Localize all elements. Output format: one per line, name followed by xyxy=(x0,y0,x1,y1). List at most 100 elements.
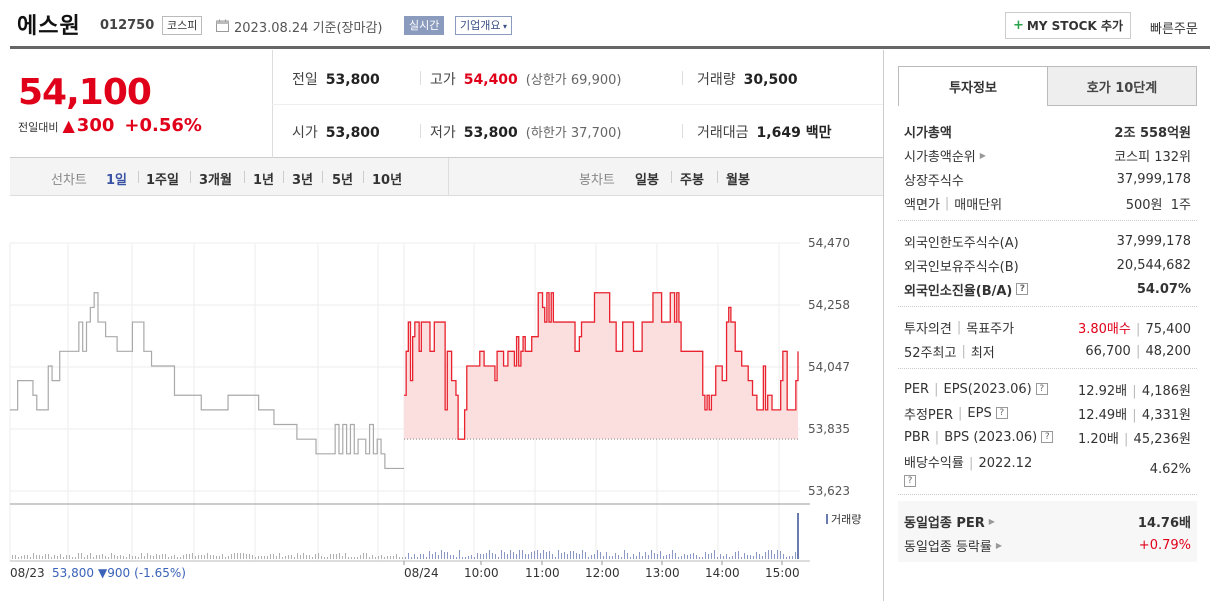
candle-weekly[interactable]: 주봉 xyxy=(680,169,704,188)
tab-investment-info[interactable]: 투자정보 xyxy=(898,66,1048,106)
volume-bar xyxy=(762,556,763,559)
info-group-foreign: 외국인한도주식수(A) 37,999,178 외국인보유주식수(B) 20,544,… xyxy=(898,221,1197,307)
volume-bar xyxy=(564,552,565,559)
volume-bar xyxy=(36,555,37,559)
week52-low: 48,200 xyxy=(1145,343,1192,359)
volume-bar xyxy=(93,557,94,559)
volume-bar xyxy=(597,550,598,559)
x-tick-label: 08/23 xyxy=(10,566,45,580)
sector-change-label[interactable]: 동일업종 등락률 ▶ xyxy=(904,536,1002,555)
volume-bar xyxy=(108,557,109,559)
volume-bar xyxy=(675,553,676,559)
volume-bar xyxy=(126,557,127,559)
week52-high: 66,700 xyxy=(1085,343,1131,359)
volume-bar xyxy=(672,550,673,559)
toolbar-separator xyxy=(363,171,364,183)
volume-bar xyxy=(783,554,784,559)
volume-bar xyxy=(366,553,367,559)
volume-bar xyxy=(429,551,430,559)
opinion-rating: 3.80매수 xyxy=(1077,321,1131,337)
info-tabs: 투자정보 호가 10단계 xyxy=(898,66,1197,106)
realtime-button[interactable]: 실시간 xyxy=(404,16,445,35)
help-icon[interactable]: ? xyxy=(1035,383,1048,395)
volume-bar xyxy=(15,555,16,559)
foreign-ratio-value: 54.07% xyxy=(1136,281,1191,297)
sector-per-value: 14.76배 xyxy=(1137,515,1191,531)
pbr-bps-value: 1.20배 | 45,236원 xyxy=(1078,428,1191,447)
candle-monthly[interactable]: 월봉 xyxy=(726,169,750,188)
market-cap-label: 시가총액 xyxy=(904,125,952,141)
period-1y[interactable]: 1년 xyxy=(253,169,274,188)
week52-low-label: 최저 xyxy=(970,345,995,361)
info-row: 외국인보유주식수(B) 20,544,682 xyxy=(898,253,1197,277)
volume-bar xyxy=(141,553,142,559)
volume-bar xyxy=(462,557,463,559)
volume-bar xyxy=(270,554,271,559)
price-panel: 54,100 전일대비 ▲ 300 +0.56% 전일 53,800 고가 54… xyxy=(10,50,883,158)
volume-bar xyxy=(444,552,445,559)
info-group-sector: 동일업종 PER ▶ 14.76배 동일업종 등락률 ▶ +0.79% xyxy=(898,501,1197,562)
volume-bar xyxy=(168,557,169,559)
volume-bar xyxy=(699,557,700,559)
open-stat: 시가 53,800 xyxy=(292,122,380,142)
volume-bar xyxy=(432,554,433,559)
lower-limit: (하한가 37,700) xyxy=(526,122,622,141)
intraday-chart[interactable]: 54,470 54,258 54,047 53,835 53,623 거래량 08/23… xyxy=(0,196,883,601)
volume-bar xyxy=(189,554,190,559)
volume-bar xyxy=(153,556,154,559)
volume-bar xyxy=(546,552,547,559)
volume-bar xyxy=(393,556,394,559)
opinion-text: 투자의견 xyxy=(904,321,952,337)
volume-bar xyxy=(519,550,520,559)
add-mystock-button[interactable]: + MY STOCK 추가 xyxy=(1005,12,1131,39)
open-value: 53,800 xyxy=(325,125,380,141)
market-rank-text: 시가총액순위 xyxy=(904,149,976,165)
help-icon[interactable]: ? xyxy=(1016,283,1029,295)
volume-bar xyxy=(480,554,481,559)
info-row: 상장주식수 37,999,178 xyxy=(898,167,1197,191)
candle-daily[interactable]: 일봉 xyxy=(635,169,659,188)
volume-bar xyxy=(789,556,790,559)
period-1w[interactable]: 1주일 xyxy=(146,169,179,188)
sector-per-label[interactable]: 동일업종 PER ▶ xyxy=(904,512,995,531)
volume-bar xyxy=(522,550,523,559)
volume-bar xyxy=(594,554,595,559)
tab-orderbook-10[interactable]: 호가 10단계 xyxy=(1047,66,1197,106)
period-3m[interactable]: 3개월 xyxy=(199,169,232,188)
y-tick-label: 54,470 xyxy=(808,236,850,250)
period-5y[interactable]: 5년 xyxy=(332,169,353,188)
week52-high-label: 52주최고 xyxy=(904,345,957,361)
volume-bar xyxy=(501,550,502,559)
volume-bar xyxy=(549,551,550,559)
foreign-limit-label: 외국인한도주식수(A) xyxy=(904,235,1019,251)
volume-bar xyxy=(540,553,541,559)
volume-bar xyxy=(183,555,184,559)
volume-bar xyxy=(387,556,388,559)
volume-bar xyxy=(291,555,292,559)
up-triangle-icon: ▲ xyxy=(62,116,75,135)
period-10y[interactable]: 10년 xyxy=(372,169,402,188)
volume-bar xyxy=(216,556,217,559)
help-icon[interactable]: ? xyxy=(1041,431,1054,443)
volume-bar xyxy=(18,557,19,559)
period-1d[interactable]: 1일 xyxy=(106,169,127,188)
volume-bar xyxy=(105,556,106,559)
help-icon[interactable]: ? xyxy=(995,407,1008,419)
volume-bar xyxy=(300,555,301,559)
info-group-opinion: 투자의견 | 목표주가 3.80매수 | 75,400 52주최고 | 최저 66,700 … xyxy=(898,307,1197,369)
volume-bar xyxy=(129,554,130,559)
volume-bar xyxy=(537,550,538,559)
chevron-right-icon: ▶ xyxy=(988,516,995,526)
help-icon[interactable]: ? xyxy=(904,474,916,487)
period-3y[interactable]: 3년 xyxy=(292,169,313,188)
pbr-bps-label: PBR | BPS (2023.06)? xyxy=(904,430,1054,445)
est-eps-label: EPS xyxy=(967,405,992,421)
market-rank-label[interactable]: 시가총액순위 ▶ xyxy=(904,146,986,165)
x-tick-label: 11:00 xyxy=(525,566,560,580)
quick-order-link[interactable]: 빠른주문 xyxy=(1150,18,1198,37)
volume-bar xyxy=(138,557,139,559)
volume-bar xyxy=(327,557,328,559)
volume-bar xyxy=(111,553,112,559)
company-overview-button[interactable]: 기업개요 ▾ xyxy=(455,16,513,35)
target-label: 목표주가 xyxy=(966,321,1015,337)
